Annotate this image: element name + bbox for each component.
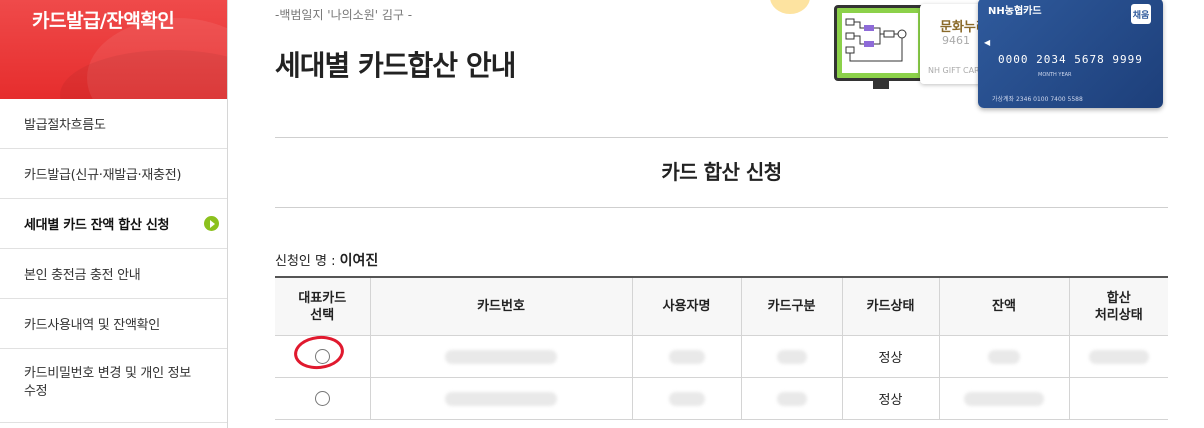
header-card-status: 카드상태 — [842, 276, 940, 336]
table-header-row: 대표카드 선택 카드번호 사용자명 카드구분 카드상태 잔액 합산 처리상태 — [275, 276, 1168, 336]
representative-card-radio[interactable] — [314, 391, 330, 406]
sidebar-item-usage-balance[interactable]: 카드사용내역 및 잔액확인 — [0, 299, 227, 349]
representative-radio-cell — [275, 333, 371, 378]
quote-attribution: -백범일지 '나의소원' 김구 - — [275, 8, 413, 22]
redacted-value — [776, 391, 807, 406]
divider — [275, 207, 1168, 208]
redacted-value — [1088, 349, 1149, 364]
balance-cell — [939, 335, 1070, 378]
redacted-value — [668, 391, 705, 406]
balance-cell — [939, 377, 1070, 420]
redacted-value — [988, 349, 1020, 364]
arrow-left-icon: ◀ — [984, 38, 991, 47]
user-name-cell — [632, 377, 742, 420]
sidebar-item-password-change[interactable]: 카드비밀번호 변경 및 개인 정보수정 — [0, 349, 227, 423]
sidebar-item-card-issue[interactable]: 카드발급(신규·재발급·재충전) — [0, 149, 227, 199]
table-row: 정상 — [275, 377, 1168, 420]
decorative-bubble — [770, 0, 810, 14]
card-number-cell — [370, 335, 633, 378]
header-balance: 잔액 — [939, 276, 1070, 336]
page-title: 세대별 카드합산 안내 — [275, 49, 516, 82]
nh-card-expiry-label: MONTH YEAR — [1038, 72, 1072, 78]
applicant-label: 신청인 명 : — [275, 254, 340, 269]
nh-card-number: 0000 2034 5678 9999 — [998, 53, 1143, 66]
sidebar-title: 카드발급/잔액확인 — [32, 10, 175, 32]
header-merge-status: 합산 처리상태 — [1069, 276, 1168, 336]
sidebar-item-label: 카드비밀번호 변경 및 개인 정보수정 — [24, 366, 191, 399]
table-row: 정상 — [275, 333, 1168, 378]
divider — [275, 137, 1168, 138]
redacted-value — [445, 391, 557, 406]
annotation-circle — [292, 333, 346, 372]
sidebar-item-self-charge[interactable]: 본인 충전금 충전 안내 — [0, 249, 227, 299]
applicant-name: 이여진 — [339, 253, 379, 269]
header-representative-card: 대표카드 선택 — [275, 276, 371, 336]
redacted-value — [776, 349, 807, 364]
sidebar-item-label: 카드사용내역 및 잔액확인 — [24, 318, 160, 333]
gift-card-number: 9461 — [942, 34, 970, 47]
nh-card-brand: NH농협카드 — [988, 6, 1042, 17]
sidebar-header: 카드발급/잔액확인 — [0, 0, 227, 99]
card-status-cell: 정상 — [842, 335, 940, 378]
sidebar-item-label: 카드발급(신규·재발급·재충전) — [24, 168, 182, 183]
card-status-cell: 정상 — [842, 377, 940, 420]
applicant-info: 신청인 명 : 이여진 — [275, 250, 378, 270]
header-card-number: 카드번호 — [370, 276, 633, 336]
sidebar-menu: 발급절차흐름도 카드발급(신규·재발급·재충전) 세대별 카드 잔액 합산 신청… — [0, 99, 227, 423]
merge-status-cell — [1069, 335, 1168, 378]
nh-card-badge: 채움 — [1131, 4, 1151, 24]
representative-radio-cell — [275, 377, 371, 420]
nh-card-illustration: NH농협카드 채움 ◀ 0000 2034 5678 9999 MONTH YE… — [978, 0, 1163, 108]
sidebar-item-label: 본인 충전금 충전 안내 — [24, 268, 141, 283]
sidebar-item-label: 발급절차흐름도 — [24, 118, 106, 133]
section-title: 카드 합산 신청 — [661, 160, 782, 184]
chevron-right-icon — [204, 216, 219, 231]
sidebar-item-issue-flow[interactable]: 발급절차흐름도 — [0, 99, 227, 149]
card-type-cell — [741, 335, 843, 378]
redacted-value — [964, 391, 1044, 406]
merge-status-cell — [1069, 377, 1168, 420]
sidebar-item-label: 세대별 카드 잔액 합산 신청 — [24, 218, 170, 233]
header-user-name: 사용자명 — [632, 276, 742, 336]
user-name-cell — [632, 335, 742, 378]
card-number-cell — [370, 377, 633, 420]
nh-card-footer: 가상계좌 2346 0100 7400 5588 — [992, 96, 1083, 103]
card-merge-table: 대표카드 선택 카드번호 사용자명 카드구분 카드상태 잔액 합산 처리상태 정상 — [275, 276, 1168, 420]
monitor-illustration — [834, 5, 926, 89]
redacted-value — [445, 349, 557, 364]
sidebar-item-household-balance-merge[interactable]: 세대별 카드 잔액 합산 신청 — [0, 199, 227, 249]
card-type-cell — [741, 377, 843, 420]
sidebar: 카드발급/잔액확인 발급절차흐름도 카드발급(신규·재발급·재충전) 세대별 카… — [0, 0, 228, 428]
redacted-value — [668, 349, 705, 364]
header-card-type: 카드구분 — [741, 276, 843, 336]
